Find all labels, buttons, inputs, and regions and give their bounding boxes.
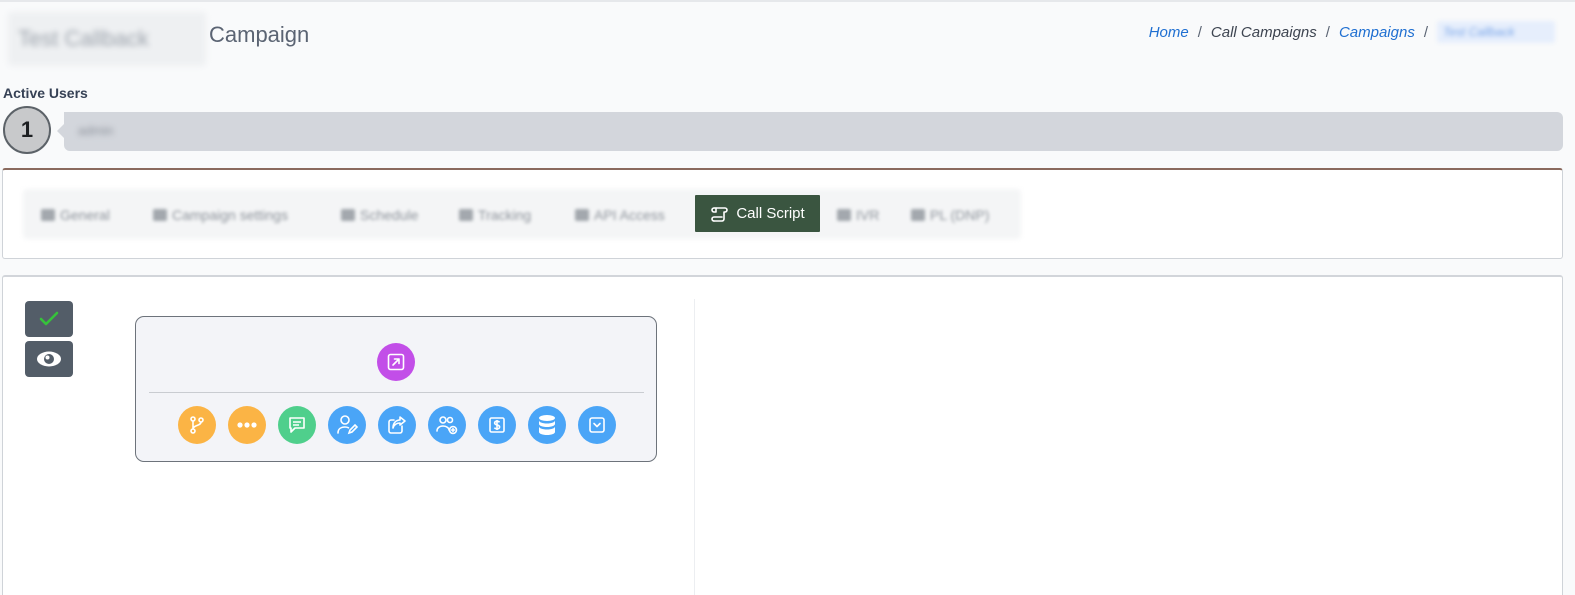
breadcrumb-campaigns[interactable]: Campaigns (1339, 24, 1415, 41)
tab-pl-dnp[interactable]: PL (DNP) (911, 196, 989, 233)
active-user-name: admin (78, 123, 114, 138)
tab-label: Campaign settings (172, 206, 288, 223)
key-icon (575, 208, 589, 221)
script-start-node[interactable] (135, 316, 657, 462)
preview-button[interactable] (25, 341, 73, 377)
tab-ivr[interactable]: IVR (837, 196, 879, 233)
eye-icon (36, 350, 62, 368)
database-icon[interactable] (528, 406, 566, 444)
list-icon (153, 208, 167, 221)
branch-icon[interactable] (178, 406, 216, 444)
user-edit-icon[interactable] (328, 406, 366, 444)
check-icon (38, 310, 60, 328)
list-icon (41, 208, 55, 221)
dollar-icon[interactable] (478, 406, 516, 444)
breadcrumb-separator: / (1423, 23, 1428, 41)
breadcrumb: Home / Call Campaigns / Campaigns / Test… (1149, 21, 1555, 43)
calendar-icon (341, 208, 355, 221)
users-add-icon[interactable] (428, 406, 466, 444)
tab-api-access[interactable]: API Access (575, 196, 665, 233)
ivr-icon (837, 208, 851, 221)
dropdown-box-icon[interactable] (578, 406, 616, 444)
more-dots-icon[interactable] (228, 406, 266, 444)
save-button[interactable] (25, 301, 73, 337)
tab-label: IVR (856, 206, 880, 223)
breadcrumb-separator: / (1197, 23, 1202, 41)
list-icon (459, 208, 473, 221)
breadcrumb-current[interactable]: Test Callback (1437, 21, 1555, 43)
tab-schedule[interactable]: Schedule (341, 196, 418, 233)
page-title: Campaign (209, 22, 310, 47)
scroll-icon (710, 205, 730, 223)
breadcrumb-call-campaigns: Call Campaigns (1210, 23, 1317, 41)
tab-label: Tracking (478, 206, 532, 223)
active-users-label: Active Users (3, 85, 88, 101)
campaign-name: Test Callback (18, 26, 149, 51)
active-users-list: admin (57, 112, 1563, 151)
tab-campaign-settings[interactable]: Campaign settings (153, 196, 288, 233)
settings-tabs-card: General Campaign settings Schedule Track… (2, 168, 1563, 259)
share-icon[interactable] (378, 406, 416, 444)
breadcrumb-separator: / (1325, 23, 1330, 41)
campaign-name-redacted: Test Callback (8, 12, 206, 66)
call-script-editor (2, 275, 1563, 595)
tab-tracking[interactable]: Tracking (459, 196, 531, 233)
tab-general[interactable]: General (41, 196, 110, 233)
panel-divider (694, 299, 695, 595)
page-header: Test Callback Campaign Home / Call Campa… (0, 10, 1575, 68)
node-separator (149, 392, 644, 393)
active-users-count: 1 (3, 106, 51, 154)
tab-label: PL (DNP) (930, 206, 990, 223)
breadcrumb-home[interactable]: Home (1149, 24, 1189, 41)
tab-label: General (60, 206, 110, 223)
tab-label: API Access (594, 206, 665, 223)
message-icon[interactable] (278, 406, 316, 444)
list-icon (911, 208, 925, 221)
tab-label: Call Script (736, 205, 805, 222)
top-border (0, 0, 1575, 2)
tab-call-script[interactable]: Call Script (695, 195, 820, 232)
tab-label: Schedule (360, 206, 419, 223)
external-link-icon[interactable] (377, 343, 415, 381)
